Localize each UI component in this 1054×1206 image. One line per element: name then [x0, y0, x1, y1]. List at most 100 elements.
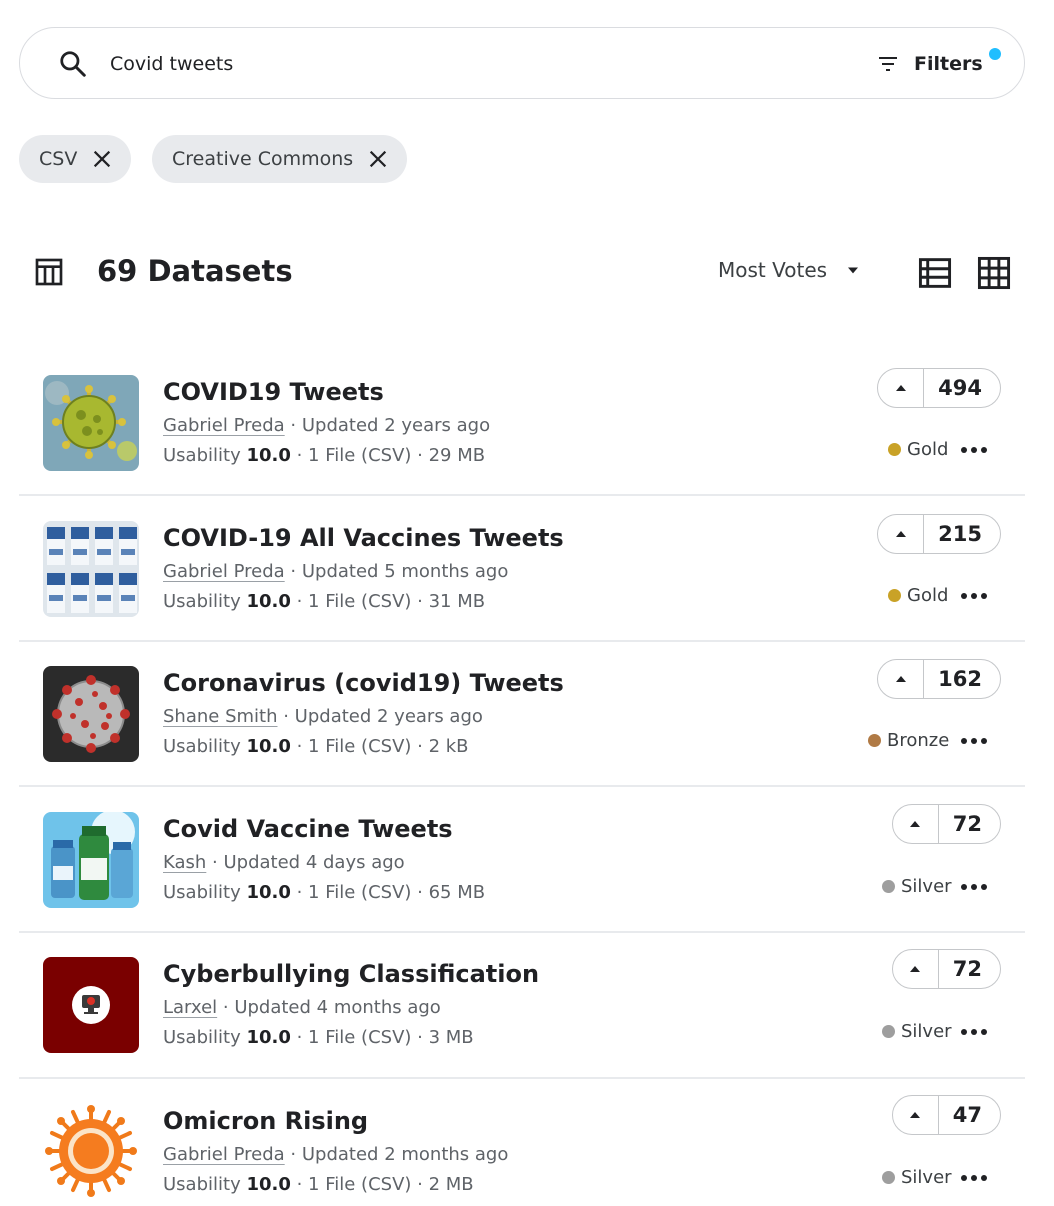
filter-chip-creative-commons[interactable]: Creative Commons [152, 135, 408, 183]
dataset-author[interactable]: Larxel [163, 997, 217, 1018]
medal-label: Gold [907, 585, 949, 606]
search-bar[interactable]: Filters [19, 27, 1025, 99]
dataset-row[interactable]: COVID-19 All Vaccines Tweets Gabriel Pre… [19, 496, 1025, 642]
chip-label: CSV [39, 148, 78, 170]
upvote-widget: 72 [891, 949, 1001, 989]
more-options-button[interactable] [961, 736, 987, 746]
silver-medal-icon [882, 1171, 895, 1184]
upvote-button[interactable] [893, 950, 939, 988]
dataset-updated: · Updated 2 years ago [284, 415, 491, 436]
usability-label: Usability [163, 1174, 247, 1195]
caret-up-icon [895, 676, 906, 682]
dataset-meta: Shane Smith · Updated 2 years ago [163, 706, 483, 727]
medal-label: Gold [907, 439, 949, 460]
upvote-button[interactable] [893, 805, 939, 843]
search-input[interactable] [110, 48, 710, 80]
filters-active-indicator [989, 48, 1001, 60]
dataset-meta: Kash · Updated 4 days ago [163, 852, 405, 873]
dataset-thumbnail [43, 521, 139, 617]
upvote-button[interactable] [878, 515, 925, 553]
dataset-author[interactable]: Kash [163, 852, 206, 873]
medal-label: Bronze [887, 730, 950, 751]
upvote-button[interactable] [893, 1096, 939, 1134]
dataset-meta: Larxel · Updated 4 months ago [163, 997, 441, 1018]
list-view-icon[interactable] [918, 257, 952, 289]
silver-medal-icon [882, 880, 895, 893]
medal-label: Silver [901, 1021, 952, 1042]
medal-badge: Gold [888, 585, 948, 606]
upvote-button[interactable] [878, 369, 925, 407]
dataset-title[interactable]: COVID-19 All Vaccines Tweets [163, 524, 564, 552]
more-options-button[interactable] [961, 1173, 987, 1183]
vote-count: 494 [938, 376, 982, 400]
dataset-author[interactable]: Gabriel Preda [163, 561, 285, 582]
dataset-row[interactable]: Coronavirus (covid19) Tweets Shane Smith… [19, 641, 1025, 787]
medal-badge: Gold [888, 439, 948, 460]
dataset-updated: · Updated 2 months ago [284, 1144, 509, 1165]
dataset-thumbnail [43, 375, 139, 471]
dataset-thumbnail [43, 666, 139, 762]
dataset-usability: Usability 10.0 · 1 File (CSV) · 65 MB [163, 882, 485, 903]
dataset-updated: · Updated 4 days ago [206, 852, 405, 873]
dataset-author[interactable]: Gabriel Preda [163, 415, 285, 436]
sort-label: Most Votes [718, 258, 828, 282]
dataset-usability: Usability 10.0 · 1 File (CSV) · 31 MB [163, 591, 485, 612]
dataset-author[interactable]: Gabriel Preda [163, 1144, 285, 1165]
filters-button[interactable]: Filters [876, 46, 983, 82]
dataset-row[interactable]: Omicron Rising Gabriel Preda · Updated 2… [19, 1079, 1025, 1206]
upvote-widget: 47 [891, 1095, 1001, 1135]
medal-badge: Bronze [868, 730, 949, 751]
dataset-title[interactable]: Omicron Rising [163, 1107, 368, 1135]
silver-medal-icon [882, 1025, 895, 1038]
filter-chip-csv[interactable]: CSV [19, 135, 132, 183]
close-icon[interactable] [91, 148, 113, 170]
more-options-button[interactable] [961, 591, 987, 601]
gold-medal-icon [888, 589, 901, 602]
dataset-title[interactable]: Coronavirus (covid19) Tweets [163, 669, 564, 697]
usability-label: Usability [163, 882, 247, 903]
usability-score: 10.0 [246, 1174, 291, 1195]
more-options-button[interactable] [961, 445, 987, 455]
upvote-widget: 494 [877, 368, 1001, 408]
grid-view-icon[interactable] [977, 256, 1011, 290]
dataset-updated: · Updated 4 months ago [217, 997, 441, 1018]
search-icon[interactable] [58, 49, 88, 79]
sort-dropdown[interactable]: Most Votes [718, 258, 863, 282]
caret-up-icon [910, 1112, 921, 1118]
caret-up-icon [910, 966, 921, 972]
vote-count: 72 [952, 957, 982, 981]
dataset-row[interactable]: Cyberbullying Classification Larxel · Up… [19, 933, 1025, 1079]
dataset-files: · 1 File (CSV) · 31 MB [290, 591, 486, 612]
dataset-author[interactable]: Shane Smith [163, 706, 278, 727]
usability-label: Usability [163, 445, 247, 466]
dataset-row[interactable]: Covid Vaccine Tweets Kash · Updated 4 da… [19, 787, 1025, 933]
chip-label: Creative Commons [172, 148, 354, 170]
dataset-title[interactable]: Cyberbullying Classification [163, 960, 539, 988]
dataset-row[interactable]: COVID19 Tweets Gabriel Preda · Updated 2… [19, 350, 1025, 496]
medal-badge: Silver [882, 1021, 952, 1042]
dataset-thumbnail [43, 957, 139, 1053]
usability-label: Usability [163, 591, 247, 612]
more-options-button[interactable] [961, 1027, 987, 1037]
dataset-title[interactable]: COVID19 Tweets [163, 378, 384, 406]
bronze-medal-icon [868, 734, 881, 747]
dataset-files: · 1 File (CSV) · 3 MB [290, 1027, 474, 1048]
upvote-button[interactable] [878, 660, 925, 698]
medal-label: Silver [901, 1167, 952, 1188]
dataset-usability: Usability 10.0 · 1 File (CSV) · 3 MB [163, 1027, 474, 1048]
vote-count: 47 [952, 1103, 982, 1127]
close-icon[interactable] [367, 148, 389, 170]
dataset-updated: · Updated 2 years ago [277, 706, 483, 727]
caret-up-icon [895, 385, 906, 391]
dataset-files: · 1 File (CSV) · 65 MB [290, 882, 486, 903]
dataset-thumbnail [43, 812, 139, 908]
dataset-title[interactable]: Covid Vaccine Tweets [163, 815, 453, 843]
dataset-updated: · Updated 5 months ago [284, 561, 509, 582]
vote-count: 162 [938, 667, 982, 691]
dataset-meta: Gabriel Preda · Updated 5 months ago [163, 561, 508, 582]
dataset-files: · 1 File (CSV) · 2 MB [290, 1174, 474, 1195]
medal-badge: Silver [882, 1167, 952, 1188]
more-options-button[interactable] [961, 882, 987, 892]
dataset-files: · 1 File (CSV) · 2 kB [290, 736, 469, 757]
filter-icon [879, 57, 897, 71]
